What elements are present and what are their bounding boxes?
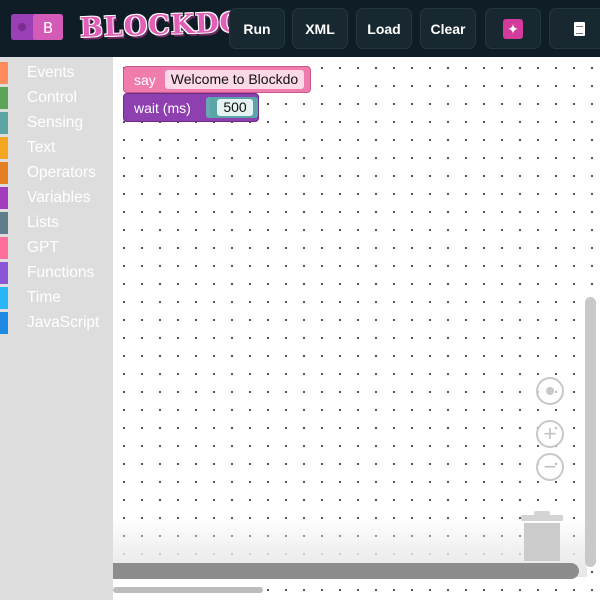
category-color-swatch [0, 136, 8, 159]
wait-value-field[interactable]: 500 [217, 99, 253, 116]
category-label: Time [27, 288, 61, 306]
horizontal-scrollbar[interactable] [113, 563, 579, 579]
category-color-swatch [0, 61, 8, 84]
workspace[interactable]: say Welcome to Blockdo wait (ms) 500 + − [113, 57, 600, 600]
ai-assist-button[interactable]: ✦ [485, 8, 541, 49]
toolbox-category-events[interactable]: Events [0, 60, 113, 85]
xml-button[interactable]: XML [292, 8, 348, 49]
category-label: Lists [27, 213, 59, 231]
wait-block-keyword: wait (ms) [134, 99, 191, 116]
wait-block[interactable]: wait (ms) 500 [123, 93, 259, 122]
category-color-swatch [0, 111, 8, 134]
zoom-out-icon[interactable]: − [536, 453, 564, 481]
category-label: JavaScript [27, 313, 100, 331]
toolbox-category-text[interactable]: Text [0, 135, 113, 160]
category-label: GPT [27, 238, 59, 256]
category-label: Events [27, 63, 75, 81]
recenter-icon[interactable] [536, 377, 564, 405]
logo-icon: B [11, 14, 63, 40]
trash-icon[interactable] [521, 511, 565, 563]
sparkle-icon: ✦ [503, 18, 523, 39]
toolbox-category-functions[interactable]: Functions [0, 260, 113, 285]
category-label: Sensing [27, 113, 84, 131]
category-label: Control [27, 88, 77, 106]
category-color-swatch [0, 286, 8, 309]
horizontal-scrollbar-thumb[interactable] [113, 587, 263, 593]
logo-badge: B [43, 19, 53, 37]
recenter-dot [546, 387, 554, 395]
toolbox-category-sensing[interactable]: Sensing [0, 110, 113, 135]
category-color-swatch [0, 311, 8, 334]
number-block[interactable]: 500 [206, 97, 258, 118]
category-label: Functions [27, 263, 95, 281]
say-block[interactable]: say Welcome to Blockdo [123, 66, 311, 93]
toolbox-category-gpt[interactable]: GPT [0, 235, 113, 260]
load-button[interactable]: Load [356, 8, 412, 49]
category-label: Operators [27, 163, 96, 181]
toolbox-category-time[interactable]: Time [0, 285, 113, 310]
trash-can [524, 523, 560, 561]
toolbox-category-operators[interactable]: Operators [0, 160, 113, 185]
zoom-in-icon[interactable]: + [536, 420, 564, 448]
top-bar: B BLOCKDO Run XML Load Clear ✦ [0, 0, 600, 57]
category-color-swatch [0, 236, 8, 259]
toolbox: Events Control Sensing Text Operators Variabl… [0, 57, 113, 600]
toolbox-category-lists[interactable]: Lists [0, 210, 113, 235]
toolbox-category-variables[interactable]: Variables [0, 185, 113, 210]
category-color-swatch [0, 161, 8, 184]
app-logo-text: BLOCKDO [79, 7, 245, 44]
category-color-swatch [0, 261, 8, 284]
say-block-keyword: say [134, 71, 156, 88]
category-color-swatch [0, 86, 8, 109]
category-label: Text [27, 138, 56, 156]
document-icon [573, 21, 585, 36]
toolbox-category-control[interactable]: Control [0, 85, 113, 110]
say-text-field[interactable]: Welcome to Blockdo [164, 70, 305, 89]
run-button[interactable]: Run [229, 8, 285, 49]
clear-button[interactable]: Clear [420, 8, 476, 49]
category-color-swatch [0, 211, 8, 234]
toolbox-category-javascript[interactable]: JavaScript [0, 310, 113, 335]
trash-lid [521, 515, 563, 521]
document-button[interactable] [549, 8, 600, 49]
category-color-swatch [0, 186, 8, 209]
vertical-scrollbar[interactable] [585, 297, 596, 567]
category-label: Variables [27, 188, 91, 206]
